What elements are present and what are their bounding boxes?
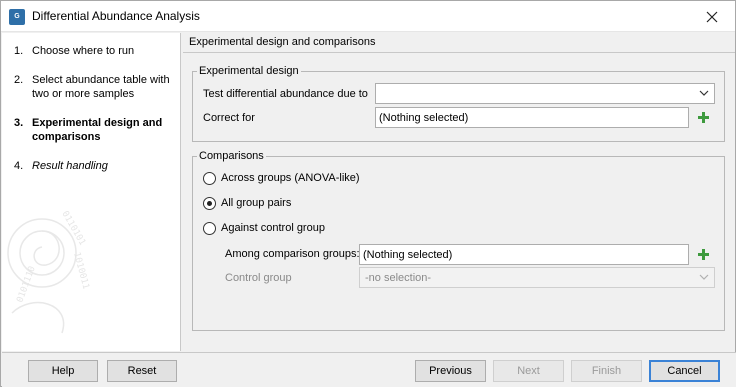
add-icon[interactable] [697,248,710,261]
title-bar: G Differential Abundance Analysis [1,1,735,32]
window-title: Differential Abundance Analysis [32,9,200,23]
next-button[interactable]: Next [493,360,564,382]
step-label: Choose where to run [32,45,135,57]
watermark-swirl-icon: 0110101 1010011 0101110 [7,210,91,334]
step-number: 4. [14,160,24,172]
among-groups-field[interactable]: (Nothing selected) [359,244,689,265]
app-icon: G [9,9,25,25]
correct-for-label: Correct for [203,112,255,124]
radio-label: All group pairs [221,197,292,209]
control-group-label: Control group [225,272,292,284]
previous-button[interactable]: Previous [415,360,486,382]
among-groups-value: (Nothing selected) [363,249,453,261]
correct-for-field[interactable]: (Nothing selected) [375,107,689,128]
button-bar: Help Reset Previous Next Finish Cancel [2,352,736,387]
wizard-steps-panel: 1. Choose where to run 2. Select abundan… [2,33,181,351]
radio-button[interactable] [203,172,216,185]
svg-text:1010011: 1010011 [71,251,90,290]
svg-text:0110101: 0110101 [59,210,87,248]
content-panel: Experimental design and comparisons Expe… [183,33,735,351]
step-number: 3. [14,117,24,129]
close-icon[interactable] [689,1,735,32]
radio-across-groups[interactable]: Across groups (ANOVA-like) [203,171,403,187]
step-label: Select abundance table with two or more … [32,74,170,100]
radio-label: Across groups (ANOVA-like) [221,172,360,184]
among-groups-label: Among comparison groups: [225,248,360,260]
control-group-dropdown[interactable]: -no selection- [359,267,715,288]
chevron-down-icon [699,90,709,96]
finish-button[interactable]: Finish [571,360,642,382]
help-button[interactable]: Help [28,360,98,382]
test-due-to-dropdown[interactable] [375,83,715,104]
step-label: Result handling [32,160,108,172]
radio-against-control-group[interactable]: Against control group [203,221,403,237]
radio-button[interactable] [203,197,216,210]
add-icon[interactable] [697,111,710,124]
step-label: Experimental design and comparisons [32,117,163,143]
radio-all-group-pairs[interactable]: All group pairs [203,196,403,212]
step-number: 1. [14,45,24,57]
dialog-window: G Differential Abundance Analysis 1. Cho… [0,0,736,387]
step-number: 2. [14,74,24,86]
comparisons-legend: Comparisons [199,150,264,162]
correct-for-value: (Nothing selected) [379,112,469,124]
chevron-down-icon [699,274,709,280]
page-title: Experimental design and comparisons [189,36,376,48]
test-due-to-label: Test differential abundance due to [203,88,368,100]
cancel-button[interactable]: Cancel [649,360,720,382]
svg-text:0101110: 0101110 [15,265,37,304]
title-divider [183,52,735,53]
experimental-design-legend: Experimental design [199,65,299,77]
radio-label: Against control group [221,222,325,234]
control-group-value: -no selection- [365,272,432,284]
radio-button[interactable] [203,222,216,235]
reset-button[interactable]: Reset [107,360,177,382]
